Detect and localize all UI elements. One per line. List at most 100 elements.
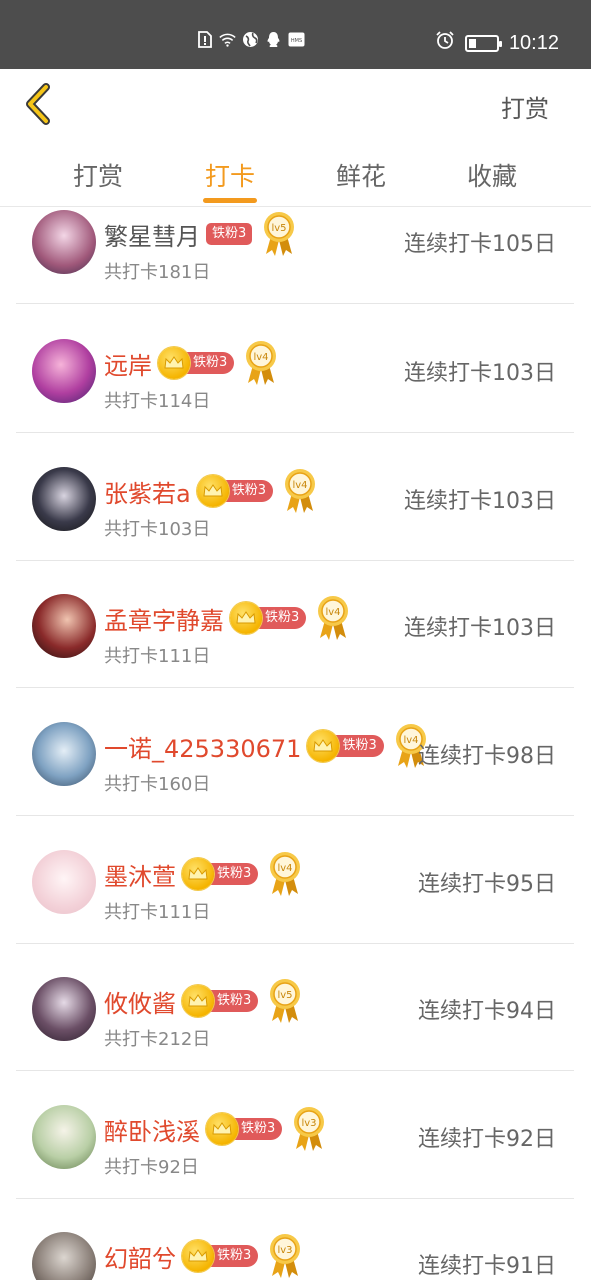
list-item[interactable]: 孟章字静嘉 铁粉3 lv4 共打卡111日 连续打卡103日 (16, 560, 574, 688)
avatar[interactable] (32, 210, 96, 274)
list-item[interactable]: 醉卧浅溪 铁粉3 lv3 共打卡92日 连续打卡92日 (16, 1071, 574, 1199)
tab-bar: 打赏 打卡 鲜花 收藏 (0, 141, 591, 207)
fan-badge: 铁粉3 (182, 1240, 259, 1272)
name-line: 幻韶兮 铁粉3 lv3 (104, 1232, 302, 1280)
streak-text: 连续打卡103日 (404, 361, 556, 386)
name-line: 远岸 铁粉3 lv4 (104, 339, 278, 387)
fan-badge: 铁粉3 (206, 1113, 283, 1145)
streak-text: 连续打卡103日 (404, 616, 556, 641)
checkin-list: 繁星彗月 铁粉3 lv5 共打卡181日 连续打卡105日 远岸 铁粉3 lv4 共打卡114日… (0, 208, 591, 1280)
total-checkin-text: 共打卡103日 (104, 519, 211, 540)
streak-text: 连续打卡95日 (418, 872, 556, 897)
streak-text: 连续打卡91日 (418, 1254, 556, 1279)
name-line: 繁星彗月 铁粉3 lv5 (104, 210, 296, 258)
svg-text:lv5: lv5 (272, 223, 287, 234)
tab-reward[interactable]: 打赏 (58, 157, 138, 193)
name-line: 一诺_425330671 铁粉3 lv4 (104, 722, 428, 770)
avatar[interactable] (32, 1232, 96, 1280)
fan-badge: 铁粉3 (230, 602, 307, 634)
level-medal-icon: lv3 (268, 1232, 302, 1280)
fan-badge-label: 铁粉3 (206, 223, 253, 245)
back-button[interactable] (22, 83, 58, 125)
level-medal-icon: lv3 (292, 1105, 326, 1153)
fan-badge: 铁粉3 (182, 858, 259, 890)
list-item[interactable]: 攸攸酱 铁粉3 lv5 共打卡212日 连续打卡94日 (16, 943, 574, 1071)
avatar[interactable] (32, 339, 96, 403)
battery-icon (464, 34, 502, 52)
username[interactable]: 一诺_425330671 (104, 729, 301, 764)
list-item[interactable]: 墨沐萱 铁粉3 lv4 共打卡111日 连续打卡95日 (16, 816, 574, 944)
name-line: 张紫若a 铁粉3 lv4 (104, 467, 317, 515)
total-checkin-text: 共打卡111日 (104, 646, 211, 667)
level-medal-icon: lv5 (268, 977, 302, 1025)
svg-text:lv4: lv4 (254, 352, 269, 363)
avatar[interactable] (32, 467, 96, 531)
crown-icon (158, 347, 190, 379)
avatar[interactable] (32, 1105, 96, 1169)
list-item[interactable]: 张紫若a 铁粉3 lv4 共打卡103日 连续打卡103日 (16, 433, 574, 561)
crown-icon (307, 730, 340, 762)
crown-icon (182, 1240, 214, 1272)
level-medal-icon: lv4 (268, 850, 302, 898)
crown-icon (196, 475, 229, 507)
level-medal-icon: lv4 (244, 339, 278, 387)
fan-badge: 铁粉3 (206, 222, 253, 246)
streak-text: 连续打卡105日 (404, 232, 556, 257)
tab-favorites[interactable]: 收藏 (452, 157, 532, 193)
streak-text: 连续打卡103日 (404, 489, 556, 514)
username[interactable]: 攸攸酱 (104, 984, 176, 1019)
globe-icon (242, 31, 259, 48)
tab-flowers[interactable]: 鲜花 (321, 157, 401, 193)
svg-text:lv4: lv4 (292, 480, 307, 491)
avatar[interactable] (32, 594, 96, 658)
tab-checkin[interactable]: 打卡 (190, 157, 270, 193)
username[interactable]: 幻韶兮 (104, 1239, 176, 1274)
svg-text:HMS: HMS (291, 38, 302, 44)
crown-icon (182, 985, 214, 1017)
name-line: 攸攸酱 铁粉3 lv5 (104, 977, 302, 1025)
status-time: 10:12 (508, 31, 559, 54)
hms-icon: HMS (288, 31, 305, 48)
crown-icon (230, 602, 262, 634)
total-checkin-text: 共打卡111日 (104, 902, 211, 923)
username[interactable]: 张紫若a (104, 474, 191, 509)
list-item[interactable]: 远岸 铁粉3 lv4 共打卡114日 连续打卡103日 (16, 305, 574, 433)
qq-icon (265, 31, 282, 48)
chevron-left-icon (26, 83, 50, 125)
level-medal-icon: lv4 (316, 594, 350, 642)
svg-text:lv3: lv3 (302, 1118, 317, 1129)
avatar[interactable] (32, 722, 96, 786)
avatar[interactable] (32, 850, 96, 914)
streak-text: 连续打卡92日 (418, 1127, 556, 1152)
level-medal-icon: lv5 (262, 210, 296, 258)
fan-badge: 铁粉3 (158, 347, 235, 379)
fan-badge: 铁粉3 (196, 475, 273, 507)
fan-badge: 铁粉3 (307, 730, 384, 762)
username[interactable]: 繁星彗月 (104, 217, 200, 252)
crown-icon (206, 1113, 238, 1145)
username[interactable]: 醉卧浅溪 (104, 1112, 200, 1147)
reward-action-button[interactable]: 打赏 (501, 89, 549, 124)
total-checkin-text: 共打卡181日 (104, 262, 211, 283)
username[interactable]: 墨沐萱 (104, 857, 176, 892)
tab-active-indicator (203, 198, 257, 203)
list-item[interactable]: 幻韶兮 铁粉3 lv3 连续打卡91日 (16, 1198, 574, 1280)
list-item[interactable]: 一诺_425330671 铁粉3 lv4 共打卡160日 连续打卡98日 (16, 688, 574, 816)
streak-text: 连续打卡98日 (418, 744, 556, 769)
name-line: 醉卧浅溪 铁粉3 lv3 (104, 1105, 326, 1153)
svg-text:lv3: lv3 (278, 1245, 293, 1256)
header: 打赏 (0, 69, 591, 141)
status-right: 10:12 (435, 30, 559, 56)
list-item[interactable]: 繁星彗月 铁粉3 lv5 共打卡181日 连续打卡105日 (16, 208, 574, 304)
name-line: 墨沐萱 铁粉3 lv4 (104, 850, 302, 898)
level-medal-icon: lv4 (283, 467, 317, 515)
svg-text:lv4: lv4 (403, 735, 418, 746)
avatar[interactable] (32, 977, 96, 1041)
svg-text:lv4: lv4 (278, 863, 293, 874)
svg-text:lv5: lv5 (278, 990, 293, 1001)
fan-badge: 铁粉3 (182, 985, 259, 1017)
username[interactable]: 孟章字静嘉 (104, 601, 224, 636)
total-checkin-text: 共打卡212日 (104, 1029, 211, 1050)
username[interactable]: 远岸 (104, 346, 152, 381)
total-checkin-text: 共打卡92日 (104, 1157, 199, 1178)
